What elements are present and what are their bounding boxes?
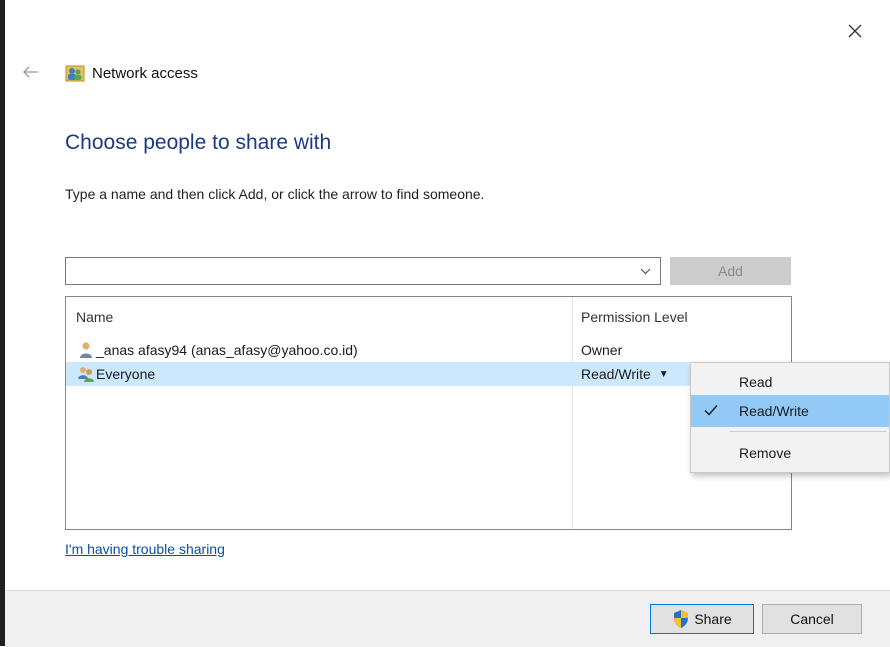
column-header-permission[interactable]: Permission Level [581, 309, 688, 325]
table-row-selected[interactable]: Everyone Read/Write ▼ [66, 362, 791, 386]
menu-item-label: Read [739, 374, 773, 390]
cancel-button[interactable]: Cancel [762, 604, 862, 634]
row-permission: Owner [581, 342, 622, 358]
group-icon [78, 367, 94, 382]
share-button[interactable]: Share [650, 604, 754, 634]
column-divider [572, 297, 573, 529]
window-left-edge [0, 0, 5, 646]
window-title: Network access [92, 64, 198, 82]
trouble-sharing-link[interactable]: I'm having trouble sharing [65, 541, 225, 557]
menu-item-remove[interactable]: Remove [691, 437, 889, 469]
row-permission-label: Owner [581, 342, 623, 358]
window-title-row: Network access [65, 62, 198, 84]
menu-item-label: Read/Write [739, 403, 809, 419]
table-row[interactable]: _anas afasy94 (anas_afasy@yahoo.co.id) O… [66, 338, 791, 362]
page-heading: Choose people to share with [65, 131, 332, 154]
user-icon [80, 342, 92, 358]
row-permission-label: Read/Write [581, 366, 651, 382]
menu-separator [729, 431, 887, 432]
menu-item-label: Remove [739, 445, 792, 461]
close-icon [848, 24, 862, 38]
instruction-text: Type a name and then click Add, or click… [65, 186, 485, 202]
network-users-icon [65, 65, 85, 82]
permission-dropdown[interactable]: Read/Write ▼ [581, 366, 669, 382]
people-list: Name Permission Level _anas afasy94 (ana… [65, 296, 792, 530]
uac-shield-icon [674, 610, 689, 628]
back-button[interactable] [18, 60, 44, 84]
row-name: _anas afasy94 (anas_afasy@yahoo.co.id) [96, 342, 358, 358]
dialog-footer [5, 590, 890, 647]
close-button[interactable] [838, 14, 872, 48]
combo-dropdown-button[interactable] [636, 258, 654, 284]
share-button-label: Share [694, 611, 732, 627]
checkmark-icon [704, 405, 718, 416]
menu-item-read-write[interactable]: Read/Write [691, 395, 889, 427]
menu-item-read[interactable]: Read [691, 366, 889, 398]
column-header-name[interactable]: Name [76, 309, 113, 325]
row-name: Everyone [96, 366, 156, 382]
back-arrow-icon [23, 66, 38, 78]
chevron-down-icon [640, 268, 650, 274]
permission-menu: Read Read/Write Remove [690, 362, 890, 473]
caret-down-icon: ▼ [658, 368, 669, 380]
add-button[interactable]: Add [670, 257, 791, 285]
name-input[interactable] [66, 258, 638, 284]
name-combobox[interactable] [65, 257, 661, 285]
